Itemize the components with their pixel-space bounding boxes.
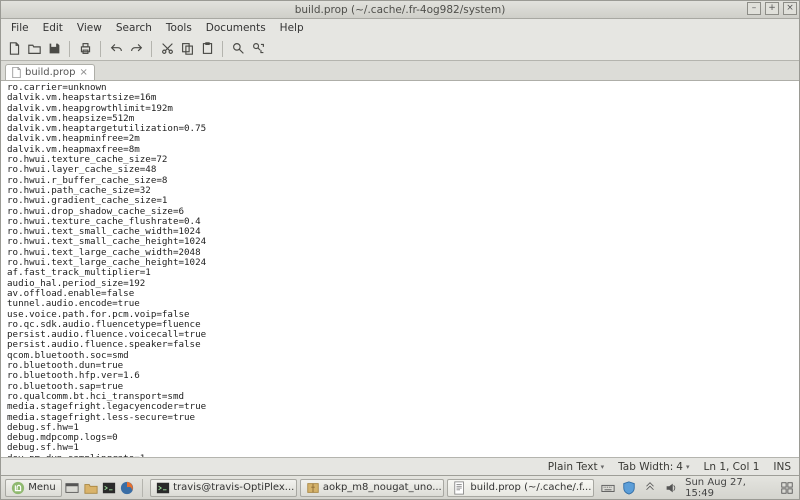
volume-icon[interactable] <box>664 480 679 496</box>
terminal-launcher[interactable] <box>101 480 116 496</box>
window-list-icon[interactable] <box>780 480 795 496</box>
taskbar-separator <box>142 479 143 497</box>
status-bar: Plain Text ▾ Tab Width: 4 ▾ Ln 1, Col 1 … <box>1 457 799 475</box>
new-file-button[interactable] <box>5 40 23 58</box>
find-button[interactable] <box>229 40 247 58</box>
tab-buildprop[interactable]: build.prop × <box>5 64 95 80</box>
toolbar <box>1 37 799 61</box>
tab-width-value: 4 <box>676 461 683 473</box>
menu-help[interactable]: Help <box>274 20 310 36</box>
network-icon[interactable] <box>643 480 658 496</box>
tab-width-selector[interactable]: Tab Width: 4 ▾ <box>618 461 689 473</box>
start-menu-label: Menu <box>28 482 55 493</box>
menu-edit[interactable]: Edit <box>37 20 69 36</box>
tab-strip: build.prop × <box>1 61 799 81</box>
clock[interactable]: Sun Aug 27, 15:49 <box>685 477 774 499</box>
maximize-button[interactable]: + <box>765 2 779 15</box>
menu-bar: File Edit View Search Tools Documents He… <box>1 19 799 37</box>
dropdown-icon: ▾ <box>686 463 690 471</box>
terminal-icon <box>156 480 170 496</box>
syntax-mode-label: Plain Text <box>548 461 598 473</box>
mint-logo-icon <box>11 480 25 496</box>
task-label: aokp_m8_nougat_uno... <box>323 482 442 493</box>
tab-close-icon[interactable]: × <box>79 67 87 78</box>
close-button[interactable]: × <box>783 2 797 15</box>
task-terminal[interactable]: travis@travis-OptiPlex... <box>150 479 297 497</box>
tab-width-label: Tab Width: <box>618 461 673 473</box>
toolbar-separator <box>69 41 70 57</box>
minimize-button[interactable]: – <box>747 2 761 15</box>
window-controls: – + × <box>747 2 797 15</box>
archive-icon <box>306 480 320 496</box>
updates-shield-icon[interactable] <box>621 480 636 496</box>
print-button[interactable] <box>76 40 94 58</box>
editor-window: build.prop (~/.cache/.fr-4og982/system) … <box>0 0 800 500</box>
open-file-button[interactable] <box>25 40 43 58</box>
editor-area-wrapper: ro.carrier=unknown dalvik.vm.heapstartsi… <box>1 81 799 457</box>
insert-mode[interactable]: INS <box>773 461 791 473</box>
cut-button[interactable] <box>158 40 176 58</box>
editor-text-area[interactable]: ro.carrier=unknown dalvik.vm.heapstartsi… <box>1 81 799 457</box>
dropdown-icon: ▾ <box>601 463 605 471</box>
task-archive-manager[interactable]: aokp_m8_nougat_uno... <box>300 479 445 497</box>
menu-view[interactable]: View <box>71 20 108 36</box>
title-bar: build.prop (~/.cache/.fr-4og982/system) … <box>1 1 799 19</box>
document-icon <box>12 67 21 78</box>
redo-button[interactable] <box>127 40 145 58</box>
toolbar-separator <box>100 41 101 57</box>
firefox-launcher[interactable] <box>120 480 135 496</box>
menu-search[interactable]: Search <box>110 20 158 36</box>
show-desktop-button[interactable] <box>65 480 80 496</box>
start-menu-button[interactable]: Menu <box>5 479 62 497</box>
os-taskbar: Menu travis@travis-OptiPlex... aokp_m8_n… <box>1 475 799 499</box>
paste-button[interactable] <box>198 40 216 58</box>
save-file-button[interactable] <box>45 40 63 58</box>
syntax-mode-selector[interactable]: Plain Text ▾ <box>548 461 604 473</box>
find-replace-button[interactable] <box>249 40 267 58</box>
file-manager-launcher[interactable] <box>83 480 98 496</box>
system-tray: Sun Aug 27, 15:49 <box>600 477 795 499</box>
window-title: build.prop (~/.cache/.fr-4og982/system) <box>1 4 799 16</box>
tab-label: build.prop <box>25 67 75 78</box>
cursor-position: Ln 1, Col 1 <box>703 461 759 473</box>
menu-documents[interactable]: Documents <box>200 20 272 36</box>
task-text-editor[interactable]: build.prop (~/.cache/.f... <box>447 479 594 497</box>
task-label: travis@travis-OptiPlex... <box>173 482 294 493</box>
copy-button[interactable] <box>178 40 196 58</box>
keyboard-icon[interactable] <box>600 480 615 496</box>
undo-button[interactable] <box>107 40 125 58</box>
toolbar-separator <box>151 41 152 57</box>
text-editor-icon <box>453 480 467 496</box>
toolbar-separator <box>222 41 223 57</box>
menu-tools[interactable]: Tools <box>160 20 198 36</box>
menu-file[interactable]: File <box>5 20 35 36</box>
task-label: build.prop (~/.cache/.f... <box>470 482 591 493</box>
